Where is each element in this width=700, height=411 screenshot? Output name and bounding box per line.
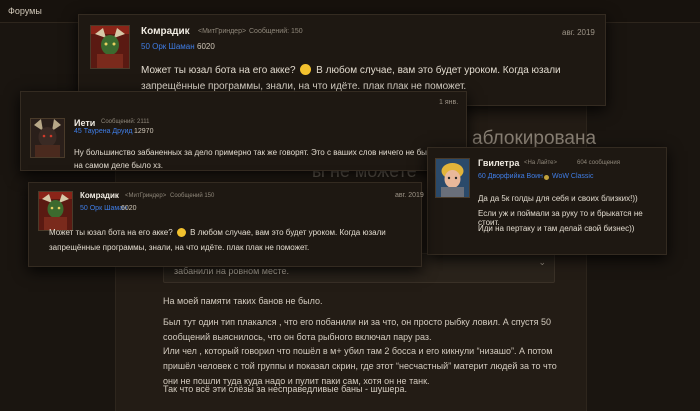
avatar[interactable] (30, 118, 65, 158)
post-text-part: Может ты юзал бота на его акке? (141, 65, 296, 76)
author-guild: <МитГриндер> (198, 28, 247, 35)
post-text-part: Может ты юзал бота на его акке? (49, 228, 173, 237)
post-text-line: Да да 5к голды для себя и своих близких!… (478, 194, 638, 203)
author-name[interactable]: Гвилетра (478, 158, 519, 168)
quote-text: забанили на ровном месте. (174, 266, 290, 276)
character-class[interactable]: 45 Таурена Друид (74, 128, 132, 135)
avatar[interactable] (435, 158, 470, 198)
realm-dot (544, 175, 549, 180)
post-count: Сообщений: 150 (249, 28, 303, 35)
realm-name: WoW Classic (552, 173, 594, 180)
post-count: Сообщений 150 (170, 193, 215, 199)
post-count: 604 сообщения (577, 160, 620, 166)
post-text: Ну большинство забаненных за дело пример… (74, 148, 453, 170)
achievement-score: 6020 (197, 42, 215, 51)
post-date: авг. 2019 (395, 192, 424, 199)
forums-link[interactable]: Форумы (8, 6, 42, 16)
post-paragraph: Был тут один тип плакался , что его поба… (163, 317, 551, 342)
author-name[interactable]: Комрадик (80, 191, 119, 200)
post-count: Сообщений: 2111 (101, 119, 150, 125)
avatar[interactable] (90, 25, 130, 69)
author-guild: <МитГриндер> (125, 193, 167, 199)
post-text: Может ты юзал бота на его акке? В любом … (49, 225, 409, 255)
smile-icon (300, 64, 312, 75)
author-name[interactable]: Иети (74, 118, 95, 128)
post-paragraph: На моей памяти таких банов не было. (163, 296, 323, 306)
achievement-score: 12970 (134, 128, 154, 135)
achievement-score: 6020 (121, 205, 137, 212)
post-paragraph: Так что всё эти слёзы за несправедливые … (163, 384, 407, 394)
author-name[interactable]: Комрадик (141, 26, 190, 37)
character-class[interactable]: 60 Дворфийка Воин (478, 173, 543, 180)
post-text-line: Иди на пертаку и там делай свой бизнес)) (478, 224, 635, 233)
post-date: 1 янв. (439, 99, 459, 106)
post-card: Комрадик <МитГриндер> Сообщений 150 50 О… (28, 182, 424, 267)
post-card: Гвилетра <На Лайте> 604 сообщения 60 Дво… (427, 147, 667, 255)
author-guild: <На Лайте> (524, 160, 557, 166)
post-card: Иети Сообщений: 2111 45 Таурена Друид 12… (20, 91, 467, 171)
chevron-down-icon[interactable]: ⌄ (538, 257, 546, 268)
post-date: авг. 2019 (562, 28, 595, 37)
smile-icon (176, 228, 186, 237)
character-class[interactable]: 50 Орк Шаман (80, 205, 127, 212)
character-class[interactable]: 50 Орк Шаман (141, 42, 195, 51)
